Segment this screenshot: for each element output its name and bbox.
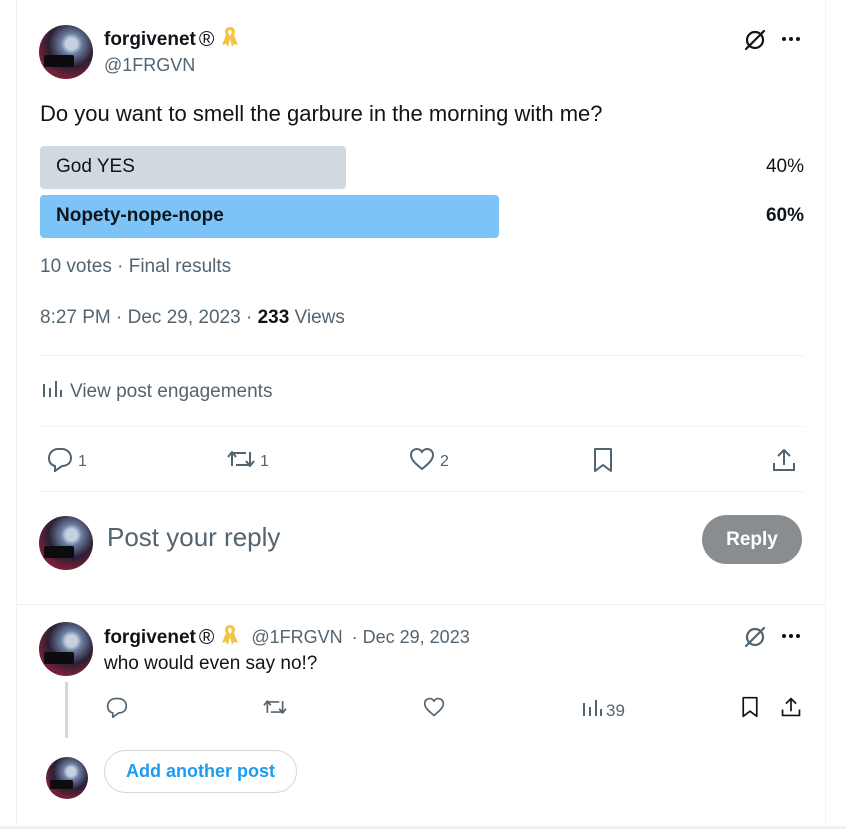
share-icon: [780, 695, 802, 724]
more-icon[interactable]: [780, 30, 802, 48]
divider: [40, 491, 805, 492]
views-label: Views: [289, 307, 345, 328]
reply-text: who would even say no!?: [104, 653, 318, 674]
reply-author-avatar[interactable]: [39, 622, 93, 676]
like-icon: [408, 446, 436, 477]
author-handle[interactable]: @1FRGVN: [104, 55, 195, 76]
view-engagements-link[interactable]: View post engagements: [40, 378, 272, 406]
reply-count: 1: [78, 452, 87, 470]
section-divider: [17, 604, 825, 605]
author-name[interactable]: forgivenet: [104, 29, 196, 51]
reply-date[interactable]: · Dec 29, 2023: [352, 627, 470, 648]
reply-repost-action[interactable]: [262, 696, 288, 723]
like-action[interactable]: 2: [408, 446, 449, 477]
composer-avatar[interactable]: [39, 516, 93, 570]
reply-icon: [46, 446, 74, 477]
more-icon[interactable]: [780, 627, 802, 645]
reply-reply-action[interactable]: [105, 696, 129, 723]
reply-action[interactable]: 1: [46, 446, 87, 477]
divider: [40, 426, 805, 427]
views-count: 233: [257, 307, 290, 328]
share-action[interactable]: [771, 446, 797, 479]
reply-views-count: 39: [606, 700, 625, 720]
analytics-icon: [580, 697, 602, 724]
view-engagements-label: View post engagements: [70, 381, 273, 402]
reply-button[interactable]: Reply: [702, 515, 802, 564]
share-icon: [771, 446, 797, 479]
poll-summary: 10 votes · Final results: [40, 256, 232, 277]
poll-option-2-label: Nopety-nope-nope: [56, 205, 224, 226]
grok-icon[interactable]: [742, 27, 768, 53]
reply-views-action[interactable]: 39: [580, 697, 625, 724]
thread-line: [65, 682, 68, 738]
like-count: 2: [440, 452, 449, 470]
like-icon: [422, 696, 446, 723]
reply-header: forgivenet ® @1FRGVN · Dec 29, 2023: [104, 623, 470, 652]
ribbon-icon: [220, 623, 240, 652]
reply-bookmark-action[interactable]: [739, 695, 761, 724]
reply-input[interactable]: Post your reply: [107, 522, 280, 553]
reply-like-action[interactable]: [422, 696, 446, 723]
repost-icon: [226, 446, 256, 477]
reply-author-name[interactable]: forgivenet: [104, 627, 196, 649]
bookmark-icon: [739, 695, 761, 724]
reply-share-action[interactable]: [780, 695, 802, 724]
author-avatar[interactable]: [39, 25, 93, 79]
thread-avatar: [46, 757, 88, 799]
post-meta: 8:27 PM · Dec 29, 2023 · 233 Views: [40, 307, 345, 329]
post-timestamp[interactable]: 8:27 PM · Dec 29, 2023 ·: [40, 307, 258, 328]
author-name-row: forgivenet ®: [104, 25, 240, 54]
repost-action[interactable]: 1: [226, 446, 269, 477]
reply-icon: [105, 696, 129, 723]
analytics-icon: [40, 378, 62, 406]
add-another-post-button[interactable]: Add another post: [104, 750, 297, 793]
post-text: Do you want to smell the garbure in the …: [40, 101, 603, 126]
ribbon-icon: [220, 25, 240, 54]
grok-icon[interactable]: [742, 624, 768, 650]
reply-author-handle[interactable]: @1FRGVN: [251, 627, 342, 648]
repost-icon: [262, 696, 288, 723]
repost-count: 1: [260, 452, 269, 470]
divider: [40, 355, 805, 356]
bookmark-icon: [590, 446, 616, 479]
registered-badge: ®: [198, 27, 215, 51]
bookmark-action[interactable]: [590, 446, 616, 479]
poll-option-1-percent: 40%: [765, 156, 804, 177]
reply-registered-badge: ®: [198, 625, 215, 649]
poll-option-1-label: God YES: [56, 156, 135, 177]
poll-option-2-percent: 60%: [765, 205, 804, 226]
